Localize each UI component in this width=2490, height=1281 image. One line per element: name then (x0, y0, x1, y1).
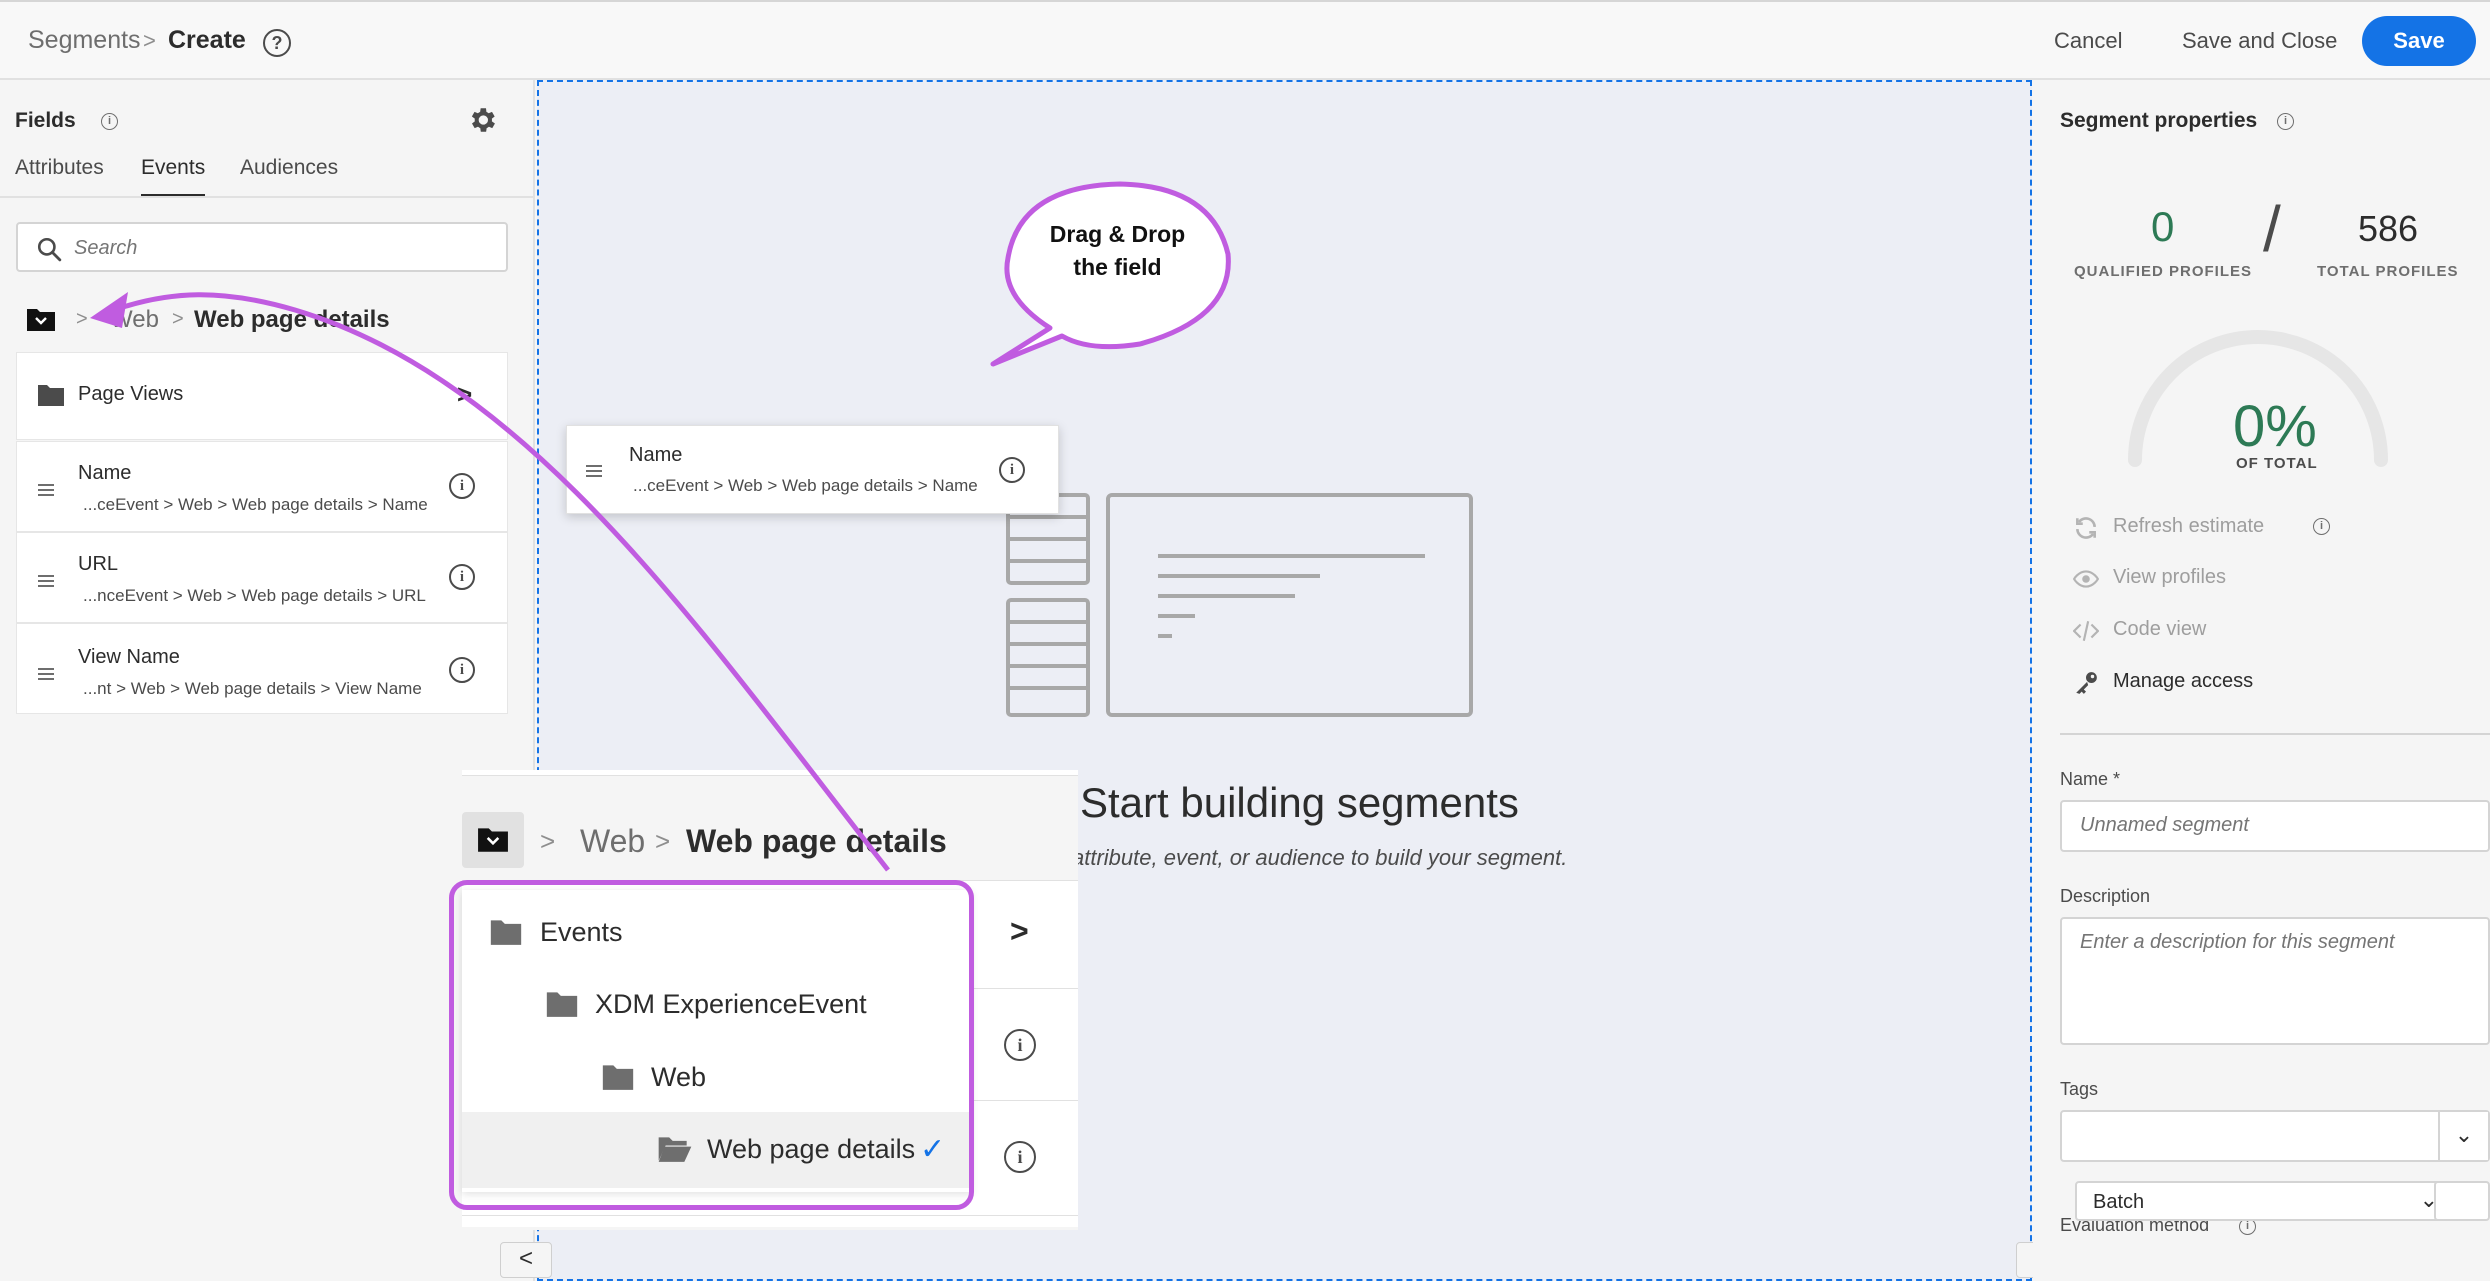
action-label: Code view (2113, 618, 2207, 640)
action-label: View profiles (2113, 566, 2227, 588)
total-profiles-count: 586 (2358, 208, 2419, 249)
search-input[interactable] (74, 234, 494, 262)
name-field-box (2060, 800, 2490, 852)
tab-events[interactable]: Events (141, 156, 206, 197)
top-bar: Segments > Create ? Cancel Save and Clos… (0, 0, 2490, 80)
empty-state-title: Start building segments (1080, 779, 1519, 826)
tab-divider (0, 196, 535, 198)
chevron-right-icon[interactable]: > (1010, 913, 1029, 950)
segment-name-input[interactable] (2080, 814, 2470, 837)
search-icon (37, 237, 62, 262)
tags-field-box[interactable]: ⌄ (2060, 1110, 2490, 1162)
action-label: Refresh estimate (2113, 515, 2265, 537)
description-label: Description (2060, 886, 2151, 906)
collapse-left-button[interactable]: < (500, 1242, 552, 1278)
calendar-button[interactable] (2434, 1181, 2490, 1221)
highlight-annotation-box (449, 880, 974, 1210)
breadcrumb-separator: > (143, 28, 156, 53)
empty-state-subtitle: attribute, event, or audience to build y… (1072, 845, 1568, 870)
total-profiles-label: TOTAL PROFILES (2317, 263, 2459, 280)
eye-icon (2073, 570, 2099, 588)
tab-audiences[interactable]: Audiences (240, 156, 338, 180)
evaluation-method-value: Batch (2093, 1191, 2145, 1213)
gear-icon[interactable] (466, 104, 498, 136)
callout-text: Drag & Drop the field (1030, 218, 1205, 284)
info-icon[interactable]: i (999, 457, 1025, 483)
help-icon[interactable]: ? (263, 29, 291, 57)
cancel-button[interactable]: Cancel (2054, 28, 2122, 54)
qualified-profiles-label: QUALIFIED PROFILES (2074, 263, 2253, 280)
action-label: Manage access (2113, 670, 2254, 692)
info-icon[interactable]: i (1004, 1141, 1036, 1173)
properties-title: Segment properties (2060, 109, 2258, 132)
tags-label: Tags (2060, 1079, 2099, 1099)
arrow-annotation (90, 292, 890, 872)
name-label: Name * (2060, 769, 2121, 789)
zoom-bottom-row (462, 1215, 1078, 1227)
drag-handle-icon[interactable] (38, 484, 54, 496)
callout-line-2: the field (1073, 254, 1162, 280)
section-divider (2060, 733, 2490, 735)
description-field-box (2060, 917, 2490, 1045)
info-icon[interactable]: i (2277, 113, 2294, 130)
info-icon[interactable]: i (1004, 1029, 1036, 1061)
divider-slash: / (2263, 193, 2281, 265)
key-icon (2076, 672, 2097, 694)
percent-label: OF TOTAL (2236, 455, 2318, 472)
drag-handle-icon[interactable] (38, 668, 54, 680)
breadcrumb-segments[interactable]: Segments (28, 26, 141, 55)
qualified-profiles-count: 0 (2151, 203, 2175, 250)
fields-title: Fields (15, 109, 76, 132)
info-icon[interactable]: i (2313, 518, 2330, 535)
empty-state-illustration (1006, 493, 1473, 717)
page-title: Create (168, 26, 246, 54)
refresh-icon (2076, 517, 2096, 539)
evaluation-method-select[interactable]: Batch ⌄ (2075, 1181, 2458, 1221)
percent-of-total: 0% (2233, 394, 2317, 459)
save-button[interactable]: Save (2362, 16, 2476, 66)
tab-attributes[interactable]: Attributes (15, 156, 104, 180)
info-icon[interactable]: i (101, 113, 118, 130)
callout-line-1: Drag & Drop (1049, 221, 1186, 247)
drag-handle-icon[interactable] (38, 575, 54, 587)
folder-picker-icon[interactable] (26, 306, 56, 332)
save-and-close-button[interactable]: Save and Close (2182, 28, 2337, 54)
search-box (16, 222, 508, 272)
segment-properties-panel: Segment properties i 0 / 586 QUALIFIED P… (2033, 80, 2490, 1281)
chevron-down-icon[interactable]: ⌄ (2438, 1112, 2488, 1160)
segment-description-input[interactable] (2080, 931, 2470, 1031)
code-icon (2073, 621, 2099, 641)
